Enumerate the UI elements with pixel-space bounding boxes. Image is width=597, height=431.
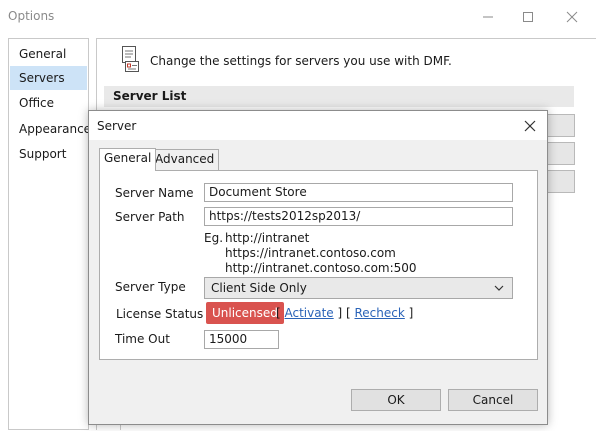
activate-link[interactable]: Activate — [285, 306, 334, 320]
settings-document-icon — [120, 44, 144, 74]
nav-item-appearance[interactable]: Appearance — [10, 117, 91, 141]
minimize-button[interactable] — [468, 4, 508, 30]
tab-advanced[interactable]: Advanced — [150, 149, 220, 170]
server-path-field[interactable]: https://tests2012sp2013/ — [204, 207, 513, 226]
server-list-side-button[interactable] — [545, 114, 575, 137]
nav-item-general[interactable]: General — [10, 42, 87, 66]
server-name-field[interactable]: Document Store — [204, 183, 513, 202]
close-window-button[interactable] — [552, 4, 592, 30]
license-links: [ Activate ] [ Recheck ] — [276, 306, 413, 320]
maximize-icon — [523, 12, 533, 22]
ok-button[interactable]: OK — [351, 389, 441, 411]
nav-item-support[interactable]: Support — [10, 142, 87, 166]
bracket-sep: ] [ — [333, 306, 355, 320]
time-out-field[interactable]: 15000 — [204, 330, 279, 349]
example-prefix: Eg. — [204, 231, 224, 245]
server-dialog: Server General Advanced Server Name Docu… — [88, 110, 548, 425]
license-status-label: License Status — [116, 307, 204, 321]
example-url: https://intranet.contoso.com — [225, 246, 396, 260]
server-list-title: Server List — [113, 89, 187, 103]
close-icon — [524, 120, 536, 132]
server-path-label: Server Path — [115, 210, 185, 224]
dialog-titlebar — [89, 111, 547, 140]
nav-item-office[interactable]: Office — [10, 91, 87, 115]
options-nav: General Servers Office Appearance Suppor… — [8, 38, 91, 430]
general-tab-panel: Server Name Document Store Server Path h… — [99, 170, 538, 360]
bracket-open: [ — [276, 306, 285, 320]
minimize-icon — [483, 16, 493, 18]
time-out-label: Time Out — [115, 332, 170, 346]
server-type-select[interactable]: Client Side Only — [204, 277, 513, 299]
servers-description: Change the settings for servers you use … — [150, 54, 452, 68]
server-list-side-button[interactable] — [545, 142, 575, 165]
nav-item-servers[interactable]: Servers — [10, 66, 87, 90]
dialog-title: Server — [97, 119, 137, 133]
server-list-side-button[interactable] — [545, 170, 575, 193]
server-type-value: Client Side Only — [211, 281, 307, 295]
server-name-label: Server Name — [115, 186, 194, 200]
example-url: http://intranet.contoso.com:500 — [225, 261, 417, 275]
dialog-close-button[interactable] — [517, 115, 543, 137]
chevron-down-icon — [492, 281, 506, 295]
window-title: Options — [8, 9, 55, 23]
license-status-badge: Unlicensed — [206, 302, 284, 324]
cancel-button[interactable]: Cancel — [448, 389, 538, 411]
server-type-label: Server Type — [115, 280, 186, 294]
tab-general[interactable]: General — [99, 148, 157, 171]
maximize-button[interactable] — [508, 4, 548, 30]
bracket-close: ] — [404, 306, 414, 320]
recheck-link[interactable]: Recheck — [355, 306, 405, 320]
close-icon — [566, 11, 578, 23]
example-url: http://intranet — [225, 231, 310, 245]
